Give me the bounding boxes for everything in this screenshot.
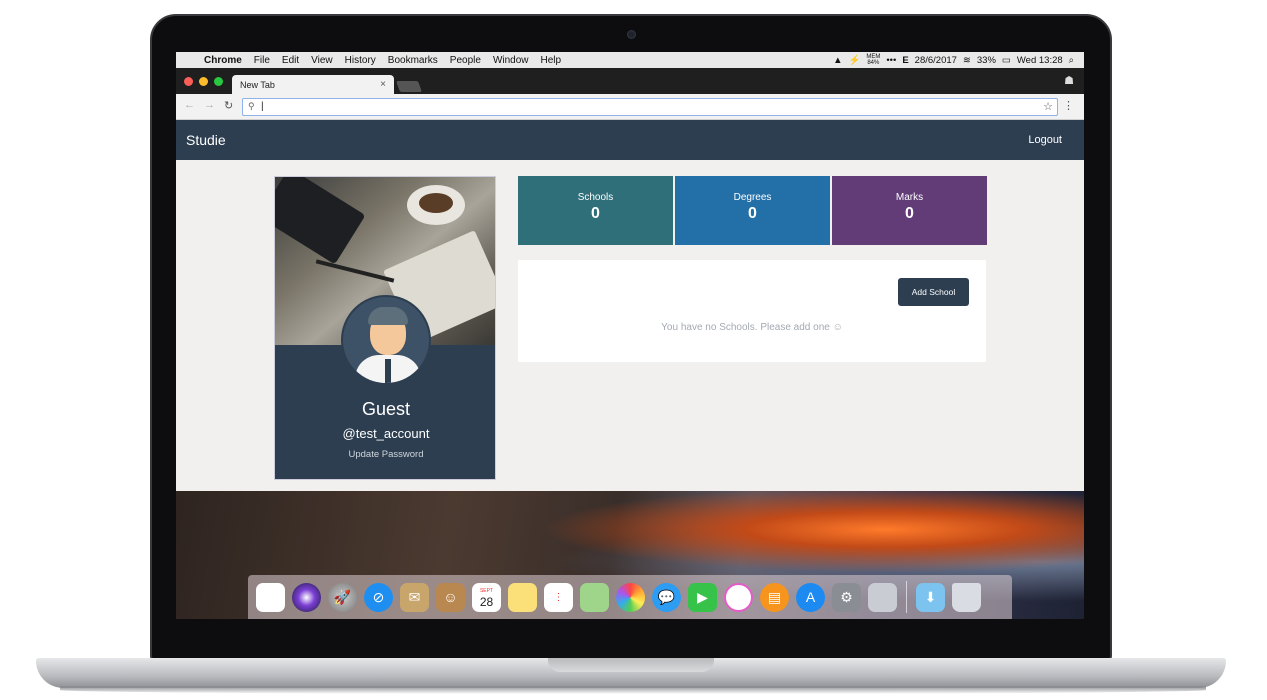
brand-logo[interactable]: Studie [186, 132, 226, 148]
trash-icon[interactable] [952, 582, 981, 612]
menu-window[interactable]: Window [487, 55, 535, 66]
stat-value: 0 [591, 205, 600, 222]
dock: 🚀 ⊘ ✉ ☺ SEPT 28 ⋮ 💬 ▶ ▤ A ⚙ ⬇ [248, 575, 1012, 619]
downloads-folder-icon[interactable]: ⬇ [916, 582, 945, 612]
browser-toolbar: ← → ↻ ⚲ | ☆ ⋮ [176, 94, 1084, 120]
system-preferences-icon[interactable]: ⚙ [832, 582, 861, 612]
close-window-button[interactable] [184, 77, 193, 86]
empty-state-message: You have no Schools. Please add one ☺ [661, 322, 843, 333]
update-password-link[interactable]: Update Password [275, 449, 495, 460]
reminders-icon[interactable]: ⋮ [544, 582, 573, 612]
dock-separator [906, 581, 907, 613]
menu-help[interactable]: Help [535, 55, 568, 66]
clock[interactable]: Wed 13:28 [1017, 55, 1063, 66]
menu-edit[interactable]: Edit [276, 55, 305, 66]
facetime-icon[interactable]: ▶ [688, 582, 717, 612]
siri-icon[interactable] [292, 582, 321, 612]
mail-icon[interactable]: ✉ [400, 582, 429, 612]
contacts-icon[interactable]: ☺ [436, 582, 465, 612]
calendar-day: 28 [479, 595, 494, 609]
stat-label: Degrees [733, 192, 772, 203]
zoom-window-button[interactable] [214, 77, 223, 86]
menu-view[interactable]: View [305, 55, 339, 66]
tab-strip: New Tab × ☗ [176, 68, 1084, 94]
macos-menubar: Chrome File Edit View History Bookmarks … [176, 52, 1084, 68]
battery-icon[interactable]: ▭ [1002, 55, 1011, 66]
camera-icon [627, 30, 636, 39]
forward-icon[interactable]: → [204, 99, 215, 111]
menu-app-name[interactable]: Chrome [198, 55, 248, 66]
laptop-notch [548, 658, 714, 672]
messages-icon[interactable]: 💬 [652, 582, 681, 612]
stat-label: Schools [577, 192, 614, 203]
spotlight-icon[interactable]: ⌕ [1069, 55, 1074, 66]
battery-percent[interactable]: 33% [977, 55, 996, 66]
incognito-icon[interactable]: ☗ [1064, 74, 1074, 87]
app-navbar: Studie Logout [176, 120, 1084, 160]
add-school-button[interactable]: Add School [898, 278, 969, 306]
mem-widget[interactable]: MEM 84% [866, 54, 880, 66]
stat-degrees[interactable]: Degrees 0 [675, 176, 830, 245]
disk-utility-icon[interactable] [868, 582, 897, 612]
tab-new-tab[interactable]: New Tab × [232, 75, 394, 94]
mem-value: 84% [867, 60, 880, 66]
calendar-icon[interactable]: SEPT 28 [472, 582, 501, 612]
launchpad-icon[interactable]: 🚀 [328, 582, 357, 612]
notes-icon[interactable] [508, 582, 537, 612]
safari-icon[interactable]: ⊘ [364, 582, 393, 612]
schools-panel: Add School You have no Schools. Please a… [518, 260, 986, 362]
drive-icon[interactable]: ▲ [833, 55, 842, 66]
input-source[interactable]: E [902, 55, 908, 66]
studie-app: Studie Logout Guest @test_account Update… [176, 120, 1084, 491]
new-tab-button[interactable] [395, 81, 423, 92]
back-icon[interactable]: ← [184, 99, 195, 111]
reload-icon[interactable]: ↻ [224, 99, 233, 112]
app-store-icon[interactable]: A [796, 582, 825, 612]
logout-link[interactable]: Logout [1028, 134, 1062, 146]
desktop-wallpaper: 🚀 ⊘ ✉ ☺ SEPT 28 ⋮ 💬 ▶ ▤ A ⚙ ⬇ [176, 491, 1084, 619]
photos-icon[interactable] [616, 582, 645, 612]
ibooks-icon[interactable]: ▤ [760, 582, 789, 612]
profile-username: @test_account [342, 426, 430, 441]
itunes-icon[interactable] [724, 582, 753, 612]
stat-value: 0 [905, 205, 914, 222]
bookmark-star-icon[interactable]: ☆ [1043, 100, 1053, 113]
laptop-shadow [60, 686, 1206, 694]
chrome-menu-icon[interactable]: ⋮ [1063, 99, 1074, 112]
status-area: ▲ ⚡ MEM 84% ••• E 28/6/2017 ≋ 33% ▭ Wed 1… [833, 54, 1084, 66]
minimize-window-button[interactable] [199, 77, 208, 86]
maps-icon[interactable] [580, 582, 609, 612]
menu-people[interactable]: People [444, 55, 487, 66]
profile-name: Guest [361, 399, 411, 419]
stat-marks[interactable]: Marks 0 [832, 176, 987, 245]
omnibox[interactable]: ⚲ | ☆ [242, 98, 1058, 116]
omnibox-value: | [261, 101, 264, 112]
tab-close-icon[interactable]: × [380, 79, 386, 90]
screen: Chrome File Edit View History Bookmarks … [176, 52, 1084, 619]
flash-icon[interactable]: ⚡ [848, 55, 860, 66]
avatar [341, 295, 431, 385]
more-icon[interactable]: ••• [886, 55, 896, 66]
tab-title: New Tab [240, 80, 275, 90]
profile-card: Guest @test_account Update Password [274, 176, 496, 480]
stat-value: 0 [748, 205, 757, 222]
date-display[interactable]: 28/6/2017 [915, 55, 957, 66]
stat-label: Marks [895, 192, 924, 203]
menu-file[interactable]: File [248, 55, 276, 66]
stat-schools[interactable]: Schools 0 [518, 176, 673, 245]
wifi-icon[interactable]: ≋ [963, 55, 971, 66]
menu-bookmarks[interactable]: Bookmarks [382, 55, 444, 66]
search-icon: ⚲ [248, 101, 255, 111]
finder-icon[interactable] [256, 582, 285, 612]
menu-history[interactable]: History [339, 55, 382, 66]
